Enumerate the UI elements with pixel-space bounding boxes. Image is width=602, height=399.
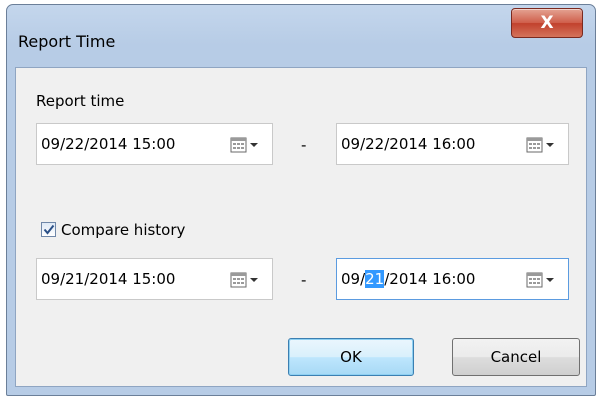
cancel-button[interactable]: Cancel bbox=[452, 338, 580, 376]
history-start-value[interactable]: 09/21/2014 15:00 bbox=[41, 270, 175, 288]
report-time-label: Report time bbox=[36, 92, 125, 110]
close-button[interactable]: X bbox=[511, 8, 583, 38]
close-icon: X bbox=[540, 13, 554, 33]
report-end-value[interactable]: 09/22/2014 16:00 bbox=[341, 135, 475, 153]
title-bar[interactable]: Report Time X bbox=[7, 5, 595, 67]
history-end-day-selected[interactable]: 21 bbox=[365, 270, 385, 288]
history-end-value[interactable]: 09/21/2014 16:00 bbox=[341, 270, 475, 288]
calendar-dropdown-icon[interactable] bbox=[526, 271, 558, 289]
compare-history-checkbox[interactable] bbox=[41, 222, 56, 237]
ok-button[interactable]: OK bbox=[288, 338, 414, 376]
report-end-datetime-picker[interactable]: 09/22/2014 16:00 bbox=[336, 123, 569, 165]
checkmark-icon bbox=[43, 224, 54, 235]
calendar-dropdown-icon[interactable] bbox=[526, 136, 558, 154]
report-time-dialog: Report Time X Report time 09/22/2014 15:… bbox=[6, 4, 596, 396]
history-end-month: 09/ bbox=[341, 270, 366, 288]
calendar-dropdown-icon[interactable] bbox=[230, 136, 262, 154]
history-end-rest: /2014 16:00 bbox=[384, 270, 476, 288]
report-range-separator: - bbox=[301, 136, 307, 154]
history-end-datetime-picker[interactable]: 09/21/2014 16:00 bbox=[336, 258, 569, 300]
history-start-datetime-picker[interactable]: 09/21/2014 15:00 bbox=[36, 258, 273, 300]
calendar-dropdown-icon[interactable] bbox=[230, 271, 262, 289]
dialog-body: Report time 09/22/2014 15:00 - 09/22/201… bbox=[15, 67, 587, 387]
report-start-datetime-picker[interactable]: 09/22/2014 15:00 bbox=[36, 123, 273, 165]
history-range-separator: - bbox=[301, 271, 307, 289]
window-title: Report Time bbox=[18, 32, 116, 51]
report-start-value[interactable]: 09/22/2014 15:00 bbox=[41, 135, 175, 153]
compare-history-label[interactable]: Compare history bbox=[61, 221, 185, 239]
